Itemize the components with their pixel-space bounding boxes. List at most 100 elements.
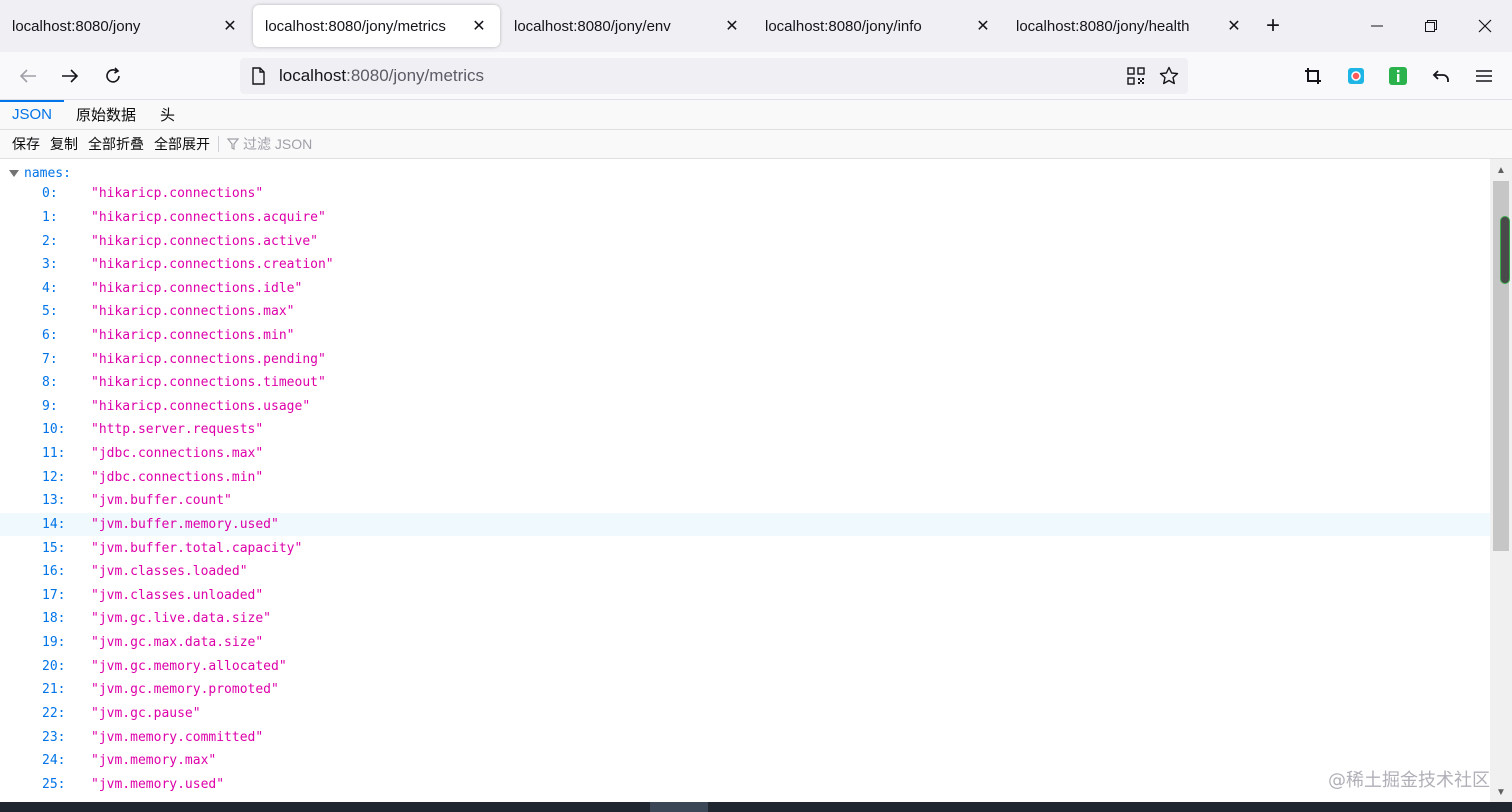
forward-arrow-icon[interactable] [54, 60, 86, 92]
json-array-row[interactable]: 16: "jvm.classes.loaded" [0, 560, 1490, 584]
json-array-row[interactable]: 4: "hikaricp.connections.idle" [0, 276, 1490, 300]
array-index: 12: [42, 469, 66, 485]
url-bar[interactable]: localhost:8080/jony/metrics [240, 58, 1188, 94]
new-tab-plus-icon[interactable]: + [1255, 0, 1291, 52]
json-array-row[interactable]: 17: "jvm.classes.unloaded" [0, 584, 1490, 608]
tab-title: localhost:8080/jony/env [514, 17, 671, 35]
string-value: "hikaricp.connections.usage" [91, 398, 311, 414]
close-icon[interactable]: ✕ [221, 17, 239, 35]
json-array-row[interactable]: 20: "jvm.gc.memory.allocated" [0, 654, 1490, 678]
tab-raw-data[interactable]: 原始数据 [64, 100, 148, 129]
scroll-position-indicator [1500, 216, 1510, 284]
collapse-all-button[interactable]: 全部折叠 [83, 134, 149, 154]
taskbar [0, 802, 1512, 812]
string-value: "jvm.gc.live.data.size" [91, 611, 272, 627]
tab-health[interactable]: localhost:8080/jony/health ✕ [1004, 0, 1255, 52]
reload-icon[interactable] [97, 60, 129, 92]
json-array-row[interactable]: 10: "http.server.requests" [0, 418, 1490, 442]
taskbar-item[interactable] [650, 802, 708, 812]
qr-code-icon[interactable] [1124, 64, 1148, 88]
array-index: 13: [42, 493, 66, 509]
close-icon[interactable]: ✕ [723, 17, 741, 35]
json-root-row[interactable]: names: [0, 163, 71, 183]
restore-icon[interactable] [1404, 0, 1458, 52]
save-button[interactable]: 保存 [0, 134, 45, 154]
array-index: 0: [42, 186, 58, 202]
filter-funnel-icon [227, 138, 239, 150]
json-array-row[interactable]: 5: "hikaricp.connections.max" [0, 300, 1490, 324]
close-icon[interactable]: ✕ [470, 17, 488, 35]
json-array-row[interactable]: 1: "hikaricp.connections.acquire" [0, 206, 1490, 230]
json-array-row[interactable]: 9: "hikaricp.connections.usage" [0, 395, 1490, 419]
tab-info[interactable]: localhost:8080/jony/info ✕ [753, 0, 1004, 52]
array-index: 19: [42, 635, 66, 651]
copy-button[interactable]: 复制 [45, 134, 83, 154]
json-array-row[interactable]: 11: "jdbc.connections.max" [0, 442, 1490, 466]
json-array-row[interactable]: 24: "jvm.memory.max" [0, 749, 1490, 773]
json-array-row[interactable]: 2: "hikaricp.connections.active" [0, 229, 1490, 253]
watermark: @稀土掘金技术社区 [1328, 770, 1490, 791]
toolbar-divider [218, 136, 219, 152]
json-array-row[interactable]: 8: "hikaricp.connections.timeout" [0, 371, 1490, 395]
scroll-up-arrow-icon[interactable]: ▲ [1490, 161, 1512, 179]
vertical-scrollbar[interactable]: ▲ ▼ [1490, 159, 1512, 802]
json-array-row[interactable]: 7: "hikaricp.connections.pending" [0, 347, 1490, 371]
string-value: "jdbc.connections.max" [91, 446, 264, 462]
json-key: names: [24, 165, 71, 181]
string-value: "jvm.classes.unloaded" [91, 587, 264, 603]
close-icon[interactable]: ✕ [974, 17, 992, 35]
window-close-icon[interactable] [1458, 0, 1512, 52]
array-index: 21: [42, 682, 66, 698]
json-array-row[interactable]: 22: "jvm.gc.pause" [0, 702, 1490, 726]
json-array-row[interactable]: 0: "hikaricp.connections" [0, 182, 1490, 206]
tab-jony[interactable]: localhost:8080/jony ✕ [0, 0, 251, 52]
string-value: "jvm.memory.max" [91, 753, 217, 769]
hamburger-menu-icon[interactable] [1468, 60, 1500, 92]
array-index: 5: [42, 304, 58, 320]
close-icon[interactable]: ✕ [1225, 17, 1243, 35]
url-text[interactable]: localhost:8080/jony/metrics [279, 66, 484, 86]
json-array-row[interactable]: 3: "hikaricp.connections.creation" [0, 253, 1490, 277]
string-value: "jvm.buffer.memory.used" [91, 516, 279, 532]
expand-triangle-icon[interactable] [9, 169, 19, 177]
string-value: "http.server.requests" [91, 422, 264, 438]
color-picker-extension-icon[interactable] [1340, 60, 1372, 92]
tab-strip: localhost:8080/jony ✕ localhost:8080/jon… [0, 0, 1512, 52]
filter-placeholder: 过滤 JSON [243, 136, 313, 152]
json-array-row[interactable]: 12: "jdbc.connections.min" [0, 465, 1490, 489]
json-array-row[interactable]: 6: "hikaricp.connections.min" [0, 324, 1490, 348]
minimize-icon[interactable] [1350, 0, 1404, 52]
tab-headers[interactable]: 头 [148, 100, 187, 129]
info-extension-icon[interactable] [1382, 60, 1414, 92]
tab-metrics[interactable]: localhost:8080/jony/metrics ✕ [253, 5, 500, 47]
json-array-row[interactable]: 14: "jvm.buffer.memory.used" [0, 512, 1490, 537]
back-arrow-icon[interactable] [12, 60, 44, 92]
string-value: "hikaricp.connections.creation" [91, 257, 334, 273]
filter-json-input[interactable]: 过滤 JSON [227, 134, 312, 154]
json-array-row[interactable]: 15: "jvm.buffer.total.capacity" [0, 536, 1490, 560]
json-array-row[interactable]: 19: "jvm.gc.max.data.size" [0, 631, 1490, 655]
expand-all-button[interactable]: 全部展开 [149, 134, 215, 154]
tab-json[interactable]: JSON [0, 100, 65, 129]
undo-arrow-icon[interactable] [1425, 60, 1457, 92]
json-array-row[interactable]: 21: "jvm.gc.memory.promoted" [0, 678, 1490, 702]
array-index: 18: [42, 611, 66, 627]
json-array-row[interactable]: 13: "jvm.buffer.count" [0, 489, 1490, 513]
bookmark-star-icon[interactable] [1157, 64, 1181, 88]
scroll-down-arrow-icon[interactable]: ▼ [1490, 783, 1512, 801]
array-index: 17: [42, 587, 66, 603]
json-array-row[interactable]: 23: "jvm.memory.committed" [0, 725, 1490, 749]
json-array-row[interactable]: 25: "jvm.memory.used" [0, 773, 1490, 797]
crop-icon[interactable] [1297, 60, 1329, 92]
json-array-row[interactable]: 18: "jvm.gc.live.data.size" [0, 607, 1490, 631]
string-value: "hikaricp.connections.timeout" [91, 375, 326, 391]
string-value: "hikaricp.connections.acquire" [91, 209, 326, 225]
array-index: 20: [42, 658, 66, 674]
array-index: 23: [42, 729, 66, 745]
array-index: 25: [42, 776, 66, 792]
array-index: 14: [42, 516, 66, 532]
string-value: "jvm.classes.loaded" [91, 564, 248, 580]
string-value: "jvm.memory.committed" [91, 729, 264, 745]
string-value: "hikaricp.connections.idle" [91, 280, 303, 296]
tab-env[interactable]: localhost:8080/jony/env ✕ [502, 0, 753, 52]
